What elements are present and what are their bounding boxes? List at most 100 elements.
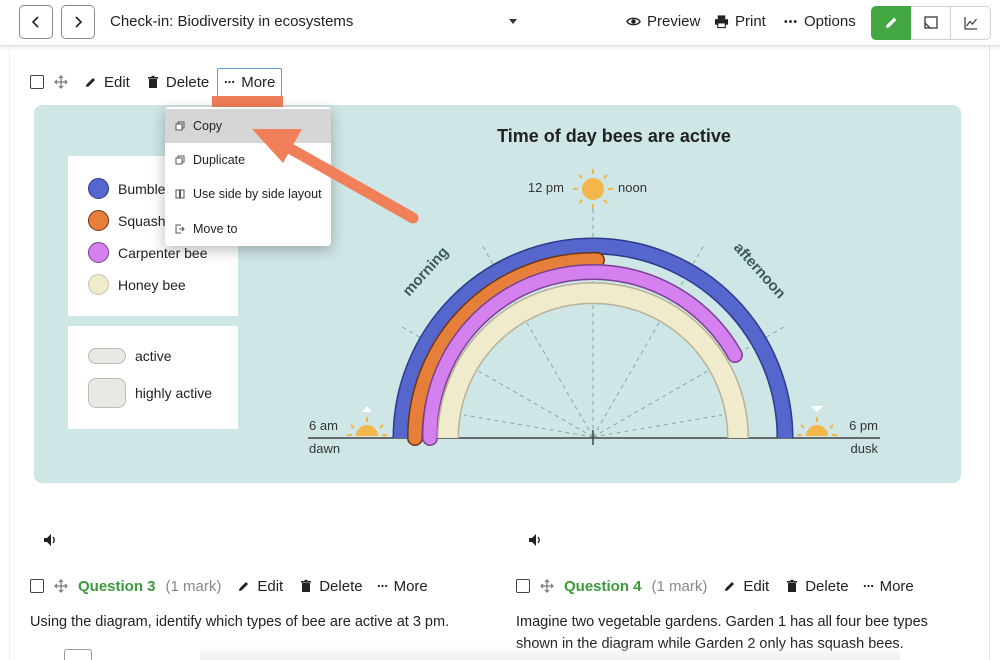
- menu-item-label: Move to: [193, 222, 238, 236]
- more-button[interactable]: More: [217, 67, 283, 97]
- menu-item-side-by-side[interactable]: Use side by side layout: [165, 177, 331, 211]
- delete-button[interactable]: Delete: [785, 577, 849, 595]
- top-bar: Check-in: Biodiversity in ecosystems Pre…: [0, 0, 1000, 46]
- menu-item-copy[interactable]: Copy: [165, 109, 331, 143]
- preview-label: Preview: [647, 13, 701, 30]
- pencil-icon: [725, 582, 735, 591]
- question-3-text: Using the diagram, identify which types …: [30, 614, 450, 630]
- delete-label: Delete: [319, 577, 363, 595]
- delete-button[interactable]: Delete: [146, 74, 209, 91]
- question-select-checkbox[interactable]: [30, 579, 44, 593]
- noon-label: noon: [618, 180, 647, 195]
- active-swatch: [88, 348, 126, 364]
- legend-label: Carpenter bee: [118, 244, 208, 261]
- question-marks: (1 mark): [651, 577, 708, 595]
- content-left-edge: [9, 46, 10, 660]
- legend-item-highly-active: highly active: [88, 378, 212, 408]
- legend-swatch: [88, 210, 109, 231]
- more-button[interactable]: More: [377, 578, 428, 595]
- trash-icon: [787, 579, 798, 592]
- edit-button[interactable]: Edit: [723, 578, 769, 595]
- more-dropdown-menu: Copy Duplicate Use side by side layout M…: [165, 107, 331, 246]
- dawn-time-label: 6 am: [309, 418, 338, 433]
- dusk-time-label: 6 pm: [849, 418, 878, 433]
- chevron-left-icon: [31, 16, 39, 28]
- more-label: More: [241, 73, 276, 91]
- legend-item-active: active: [88, 348, 172, 364]
- ellipsis-icon: [863, 584, 873, 588]
- edit-label: Edit: [743, 577, 770, 595]
- printer-icon: [714, 15, 729, 29]
- legend-label: active: [135, 348, 172, 364]
- legend-item-honey-bee: Honey bee: [88, 274, 186, 295]
- question-3-toolbar: Question 3 (1 mark) Edit Delete More: [30, 576, 428, 596]
- morning-label: morning: [399, 244, 452, 300]
- pencil-icon: [86, 78, 95, 87]
- move-handle-icon[interactable]: [54, 579, 68, 593]
- delete-label: Delete: [165, 73, 210, 91]
- item-select-checkbox[interactable]: [30, 75, 44, 89]
- chevron-right-icon: [75, 16, 83, 28]
- question-select-checkbox[interactable]: [516, 579, 530, 593]
- menu-item-move-to[interactable]: Move to: [165, 212, 331, 246]
- preview-button[interactable]: Preview: [626, 13, 700, 30]
- noon-sun-icon: [573, 169, 613, 209]
- ellipsis-icon: [784, 20, 797, 23]
- move-handle-icon[interactable]: [54, 75, 68, 89]
- print-button[interactable]: Print: [714, 13, 766, 30]
- legend-swatch: [88, 274, 109, 295]
- menu-item-label: Duplicate: [193, 153, 246, 167]
- activity-legend: active highly active: [68, 326, 238, 429]
- view-mode-group: [871, 6, 991, 40]
- columns-icon: [175, 189, 185, 199]
- edit-button[interactable]: Edit: [84, 74, 130, 91]
- pencil-icon: [886, 17, 897, 28]
- legend-swatch: [88, 178, 109, 199]
- legend-swatch: [88, 242, 109, 263]
- cast-icon: [923, 16, 938, 29]
- copy-icon: [175, 121, 185, 131]
- caret-down-icon[interactable]: [508, 16, 518, 26]
- ellipsis-icon: [377, 584, 387, 588]
- question-title: Question 3: [78, 577, 156, 595]
- more-label: More: [879, 577, 914, 595]
- ellipsis-icon: [224, 80, 235, 84]
- delete-button[interactable]: Delete: [299, 577, 363, 595]
- edit-mode-button[interactable]: [871, 6, 911, 40]
- document-title[interactable]: Check-in: Biodiversity in ecosystems: [110, 13, 353, 30]
- question-marks: (1 mark): [165, 577, 222, 595]
- speaker-icon[interactable]: [43, 533, 59, 547]
- move-handle-icon[interactable]: [540, 579, 554, 593]
- insights-mode-button[interactable]: [951, 6, 991, 40]
- options-label: Options: [804, 13, 856, 30]
- forward-button[interactable]: [61, 5, 95, 39]
- delete-label: Delete: [805, 577, 849, 595]
- more-label: More: [393, 577, 428, 595]
- edit-label: Edit: [104, 73, 130, 91]
- more-button[interactable]: More: [863, 578, 914, 595]
- speaker-icon[interactable]: [528, 533, 544, 547]
- trash-icon: [301, 579, 312, 592]
- content-right-edge: [989, 46, 990, 660]
- pencil-icon: [239, 582, 249, 591]
- options-button[interactable]: Options: [783, 13, 856, 30]
- highly-active-swatch: [88, 378, 126, 408]
- dawn-label: dawn: [309, 441, 340, 456]
- diagram-title: Time of day bees are active: [497, 126, 731, 146]
- answer-option-checkbox[interactable]: [64, 649, 92, 660]
- menu-item-label: Copy: [193, 119, 223, 133]
- dusk-label: dusk: [851, 441, 879, 456]
- present-mode-button[interactable]: [911, 6, 951, 40]
- legend-label: highly active: [135, 385, 213, 401]
- edit-label: Edit: [257, 577, 284, 595]
- edit-button[interactable]: Edit: [237, 578, 283, 595]
- noon-time-label: 12 pm: [528, 180, 564, 195]
- menu-item-label: Use side by side layout: [193, 187, 322, 201]
- trash-icon: [147, 75, 158, 88]
- dawn-sun-icon: [347, 406, 387, 436]
- back-button[interactable]: [19, 5, 53, 39]
- duplicate-icon: [175, 155, 185, 165]
- menu-item-duplicate[interactable]: Duplicate: [165, 143, 331, 177]
- afternoon-label: afternoon: [730, 239, 789, 302]
- diagram-item-toolbar: Edit Delete More: [30, 67, 283, 97]
